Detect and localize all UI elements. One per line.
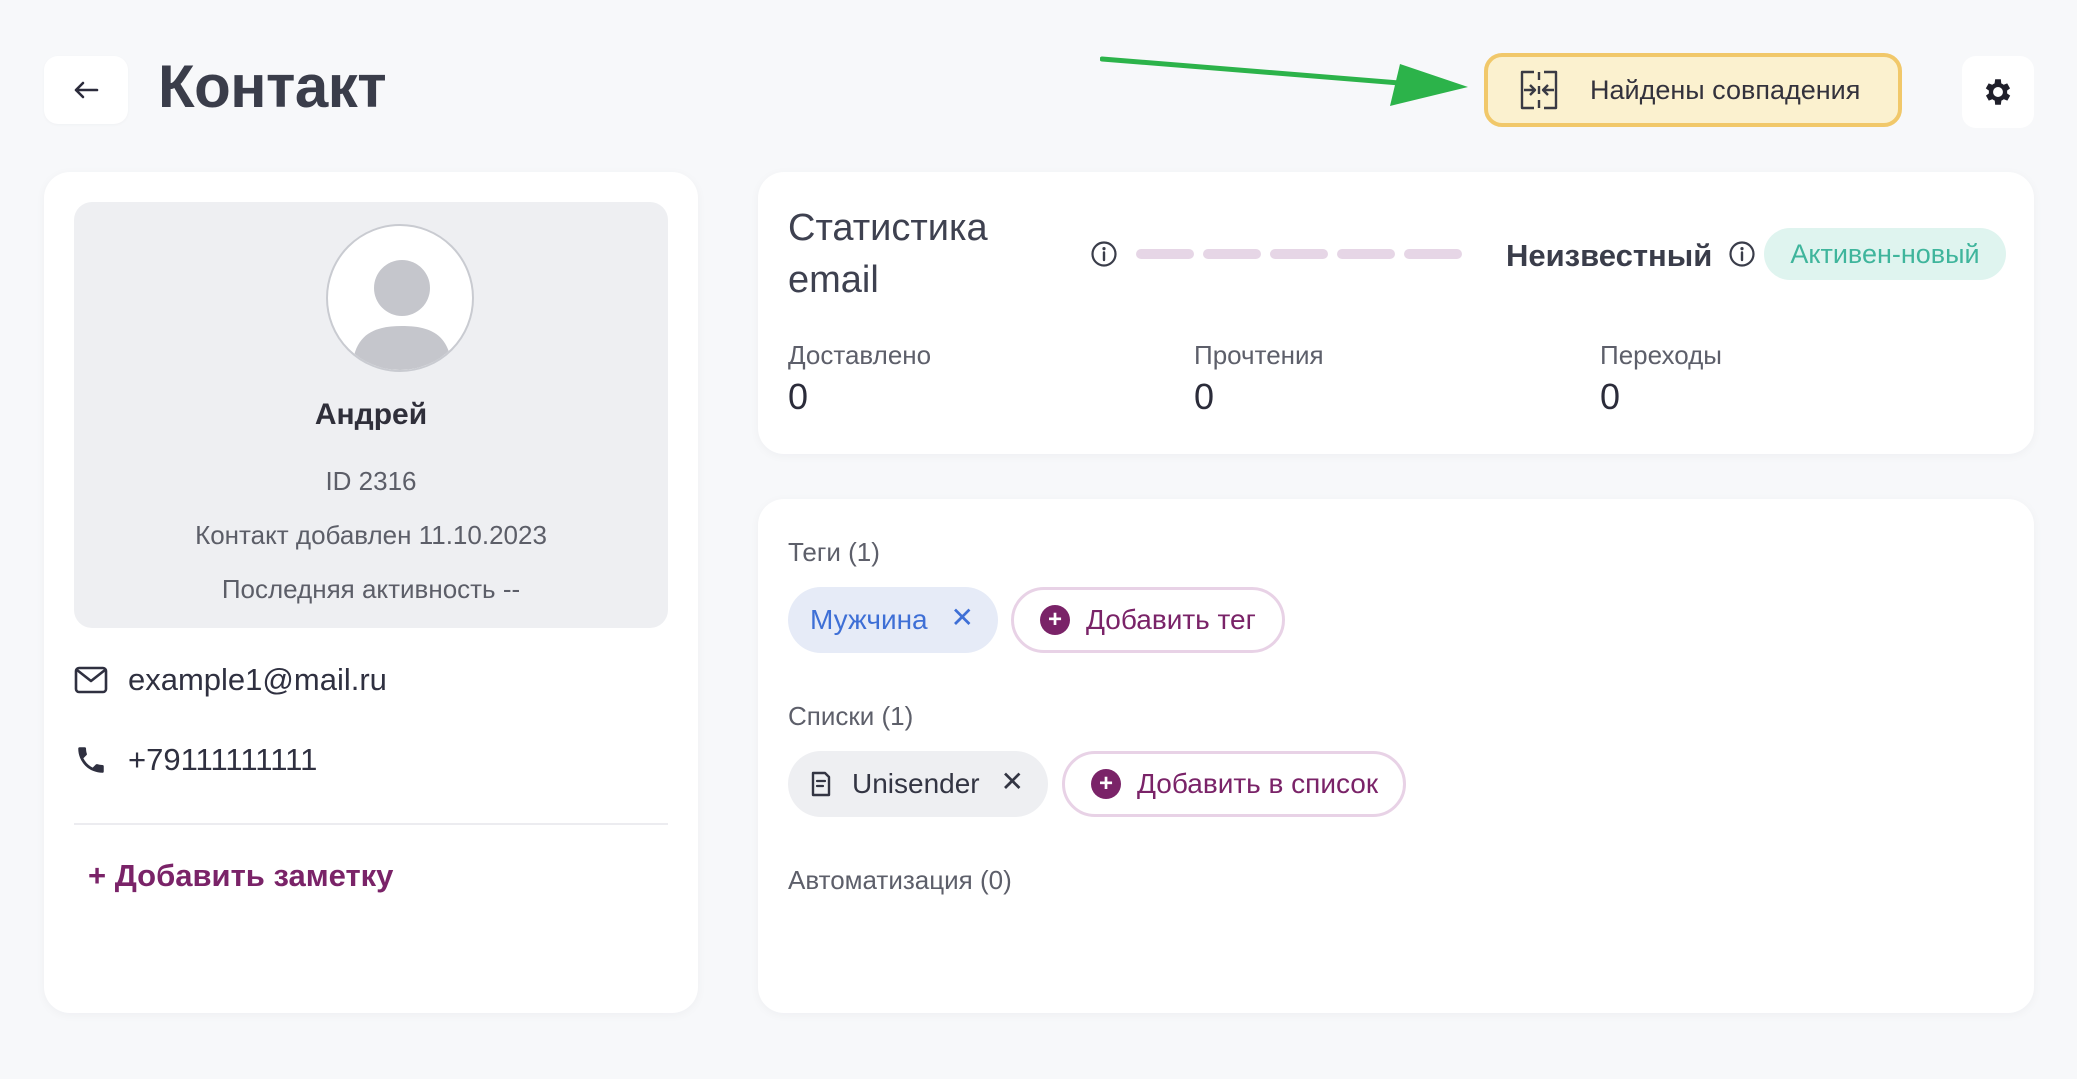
email-stats-title-line1: Статистика — [788, 207, 988, 249]
list-chip[interactable]: Unisender ✕ — [788, 751, 1048, 817]
email-value: example1@mail.ru — [128, 662, 387, 697]
matches-found-label: Найдены совпадения — [1590, 74, 1861, 105]
add-tag-button[interactable]: + Добавить тег — [1011, 587, 1285, 653]
tag-chip[interactable]: Мужчина ✕ — [788, 587, 998, 653]
email-row[interactable]: example1@mail.ru — [74, 662, 387, 698]
avatar[interactable] — [326, 224, 474, 372]
arrow-left-icon — [74, 81, 99, 99]
contact-added-date: Контакт добавлен 11.10.2023 — [195, 520, 547, 550]
engagement-rating-bar — [1136, 249, 1462, 259]
user-silhouette-icon — [352, 260, 452, 370]
page-title: Контакт — [158, 53, 387, 120]
email-stats-title-line2: email — [788, 259, 879, 301]
back-button[interactable] — [44, 56, 128, 124]
contact-name: Андрей — [314, 398, 428, 431]
divider — [74, 823, 668, 825]
last-activity: Последняя активность -- — [221, 574, 521, 604]
info-icon[interactable] — [1728, 240, 1756, 268]
settings-button[interactable] — [1962, 56, 2034, 128]
email-stats-title: Статистика email — [788, 202, 988, 306]
automation-section-label: Автоматизация (0) — [788, 865, 1012, 895]
add-to-list-button[interactable]: + Добавить в список — [1062, 751, 1406, 817]
profile-card: Андрей ID 2316 Контакт добавлен 11.10.20… — [44, 172, 698, 1013]
phone-row[interactable]: +79111111111 — [74, 742, 317, 778]
metric-clicks-value: 0 — [1600, 376, 1621, 417]
tag-chip-label: Мужчина — [810, 604, 928, 635]
metric-opens-label: Прочтения — [1194, 340, 1324, 370]
plus-circle-icon: + — [1091, 769, 1121, 799]
annotation-arrow-icon — [1100, 56, 1468, 106]
status-badge: Активен-новый — [1764, 228, 2006, 280]
contact-id: ID 2316 — [325, 466, 417, 496]
remove-list-icon[interactable]: ✕ — [1001, 765, 1024, 798]
add-note-link[interactable]: + Добавить заметку — [88, 858, 393, 894]
add-tag-label: Добавить тег — [1086, 604, 1256, 635]
profile-summary: Андрей ID 2316 Контакт добавлен 11.10.20… — [74, 202, 668, 628]
tags-lists-card: Теги (1) Мужчина ✕ + Добавить тег Списки… — [758, 499, 2034, 1013]
remove-tag-icon[interactable]: ✕ — [951, 601, 974, 634]
metric-delivered-label: Доставлено — [788, 340, 932, 370]
metric-opens-value: 0 — [1194, 376, 1215, 417]
plus-circle-icon: + — [1040, 605, 1070, 635]
info-icon[interactable] — [1090, 240, 1118, 268]
add-to-list-label: Добавить в список — [1137, 768, 1379, 799]
email-stats-card: Статистика email Неизвестный Активен-нов… — [758, 172, 2034, 454]
metric-clicks-label: Переходы — [1600, 340, 1722, 370]
tags-section-label: Теги (1) — [788, 537, 880, 567]
metric-delivered-value: 0 — [788, 376, 809, 417]
envelope-icon — [74, 666, 108, 694]
engagement-status: Неизвестный — [1506, 238, 1713, 273]
contact-page: Контакт Найдены совпадения Андрей ID 231… — [0, 0, 2077, 1079]
merge-icon — [1520, 70, 1558, 110]
lists-section-label: Списки (1) — [788, 701, 914, 731]
list-document-icon — [811, 771, 831, 797]
phone-value: +79111111111 — [128, 742, 318, 777]
phone-icon — [78, 747, 104, 773]
matches-found-button[interactable]: Найдены совпадения — [1484, 53, 1902, 127]
gear-icon — [1985, 79, 2011, 105]
list-chip-label: Unisender — [852, 768, 980, 799]
